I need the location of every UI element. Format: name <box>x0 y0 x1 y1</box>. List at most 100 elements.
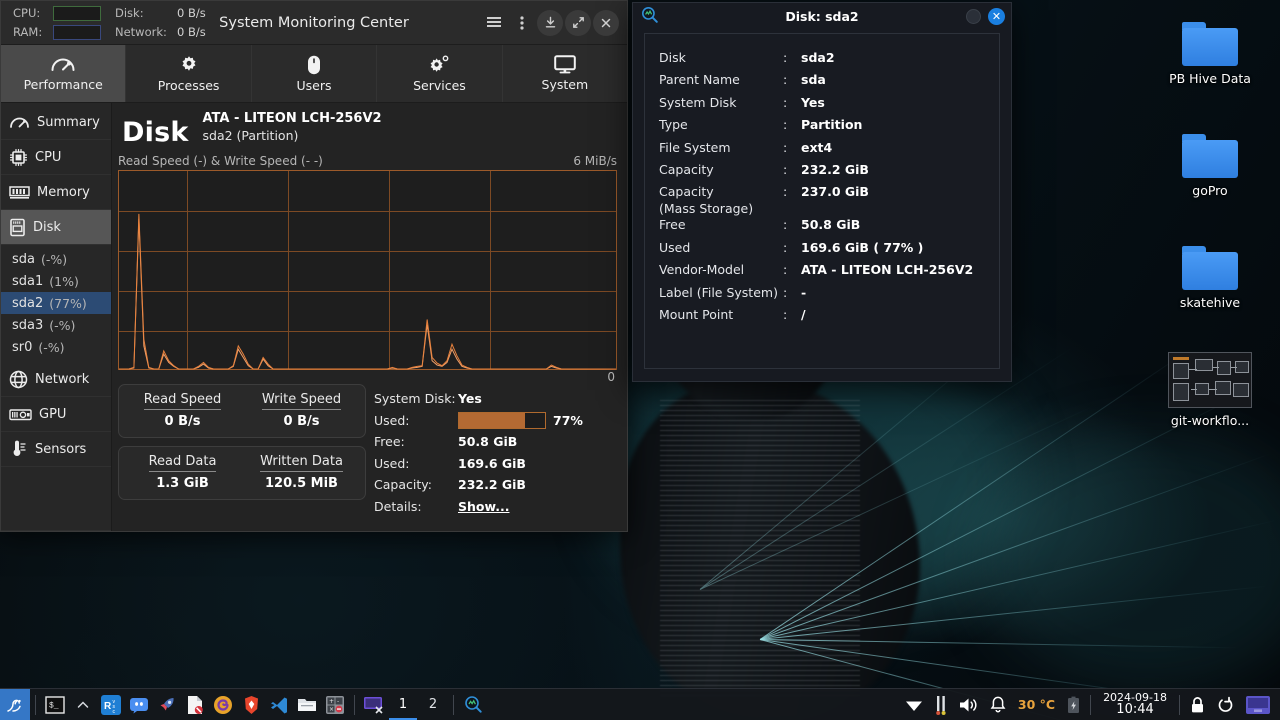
desktop-icon-pb-hive-data[interactable]: PB Hive Data <box>1151 22 1269 86</box>
sidebar-item-sensors[interactable]: Sensors <box>1 432 111 467</box>
property-key: Capacity <box>659 161 714 177</box>
clock-time: 10:44 <box>1116 702 1154 718</box>
system-monitor-icon[interactable] <box>459 689 487 720</box>
disk-item-sda1[interactable]: sda1 (1%) <box>1 270 111 292</box>
speedometer-icon <box>50 56 76 74</box>
workspace-1[interactable]: 1 <box>388 689 418 720</box>
disk-item-sda[interactable]: sda (-%) <box>1 248 111 270</box>
disk-name: sda <box>12 251 35 267</box>
desktop-icon-gopro[interactable]: goPro <box>1151 134 1269 198</box>
sidebar-item-label: Memory <box>37 184 90 200</box>
display-icon[interactable] <box>360 689 388 720</box>
bell-icon[interactable] <box>984 689 1012 720</box>
mini-ram-graph <box>53 24 101 40</box>
lock-icon[interactable] <box>1184 689 1211 720</box>
vsc-blue-icon[interactable]: R v s c <box>97 689 125 720</box>
stat-header: Read Speed <box>143 392 222 410</box>
speedometer-icon <box>9 115 30 130</box>
property-value: 237.0 GiB <box>801 184 869 200</box>
discord-icon[interactable] <box>125 689 153 720</box>
tab-users[interactable]: Users <box>252 45 378 102</box>
spiral-icon[interactable] <box>209 689 237 720</box>
chart-caption-row: Read Speed (-) & Write Speed (- -) 6 MiB… <box>116 150 619 170</box>
row-key: Used: <box>374 455 410 471</box>
battery-icon[interactable] <box>1061 689 1086 720</box>
disk-percent: (-%) <box>41 251 68 267</box>
disk-speed-chart[interactable] <box>118 170 617 370</box>
sidebar-item-memory[interactable]: Memory <box>1 175 111 210</box>
folder-icon <box>1182 134 1238 178</box>
sidebar-item-disk[interactable]: Disk <box>1 210 111 245</box>
chart-max-label: 6 MiB/s <box>573 154 617 168</box>
property-key: Used <box>659 239 691 255</box>
speed-card: Read Speed 0 B/s Write Speed 0 B/s <box>118 384 366 438</box>
clock[interactable]: 2024-09-18 10:44 <box>1095 692 1175 717</box>
gpu-icon <box>9 407 32 422</box>
property-separator: : <box>783 117 788 133</box>
sensor-bars-icon[interactable] <box>929 689 953 720</box>
sidebar-item-gpu[interactable]: GPU <box>1 397 111 432</box>
sidebar-spacer <box>1 467 111 531</box>
caret-up-icon[interactable] <box>69 689 97 720</box>
disk-item-sda3[interactable]: sda3 (-%) <box>1 314 111 336</box>
show-details-link[interactable]: Show... <box>458 499 509 514</box>
more-options-icon[interactable] <box>509 10 535 36</box>
vscode-icon[interactable] <box>265 689 293 720</box>
property-key: Label (File System) <box>659 284 778 300</box>
property-separator: : <box>783 239 788 255</box>
main-tabs: Performance Processes Users Services Sys… <box>1 45 627 103</box>
chart-magnifier-icon <box>641 6 659 28</box>
desktop-icon-skatehive[interactable]: skatehive <box>1151 246 1269 310</box>
close-button[interactable] <box>593 9 619 36</box>
document-icon[interactable] <box>181 689 209 720</box>
kde-menu-icon[interactable] <box>0 688 30 720</box>
cpu-chip-icon <box>9 148 28 167</box>
mini-disk-label: Disk: <box>115 6 144 20</box>
logout-icon[interactable] <box>1211 689 1240 720</box>
workspace-2[interactable]: 2 <box>418 689 448 720</box>
window-controls <box>481 9 627 36</box>
sidebar-item-network[interactable]: Network <box>1 362 111 397</box>
dialog-title: Disk: sda2 <box>785 9 859 24</box>
minimize-button[interactable] <box>537 9 563 36</box>
tab-services[interactable]: Services <box>377 45 503 102</box>
sidebar-item-summary[interactable]: Summary <box>1 105 111 140</box>
desktop-icon-git-workflow[interactable]: git-workflo... <box>1151 352 1269 428</box>
property-value: sda <box>801 72 826 88</box>
rocket-icon[interactable] <box>153 689 181 720</box>
wallpaper-texture <box>660 400 860 700</box>
disk-item-sda2[interactable]: sda2 (77%) <box>1 292 111 314</box>
menu-icon[interactable] <box>481 10 507 36</box>
tab-processes[interactable]: Processes <box>126 45 252 102</box>
dialog-titlebar[interactable]: Disk: sda2 ✕ <box>633 3 1011 30</box>
wifi-icon[interactable] <box>899 689 929 720</box>
brave-icon[interactable] <box>237 689 265 720</box>
dialog-restore-button[interactable] <box>966 9 981 24</box>
sidebar-item-cpu[interactable]: CPU <box>1 140 111 175</box>
services-gear-icon <box>428 55 450 75</box>
property-value: sda2 <box>801 50 835 65</box>
disk-percent: (-%) <box>49 317 76 333</box>
dialog-property-row: File System: ext4 <box>659 140 999 162</box>
mini-disk-value: 0 B/s <box>177 6 206 20</box>
property-separator: : <box>783 306 788 322</box>
property-value: 169.6 GiB ( 77% ) <box>801 239 924 255</box>
disk-item-sr0[interactable]: sr0 (-%) <box>1 336 111 358</box>
property-separator: : <box>783 94 788 110</box>
volume-icon[interactable] <box>953 689 984 720</box>
calculator-icon[interactable]: + - × <box>321 689 349 720</box>
disk-name: sr0 <box>12 339 33 355</box>
terminal-icon[interactable]: $_ <box>41 689 69 720</box>
system-monitoring-window: CPU: RAM: Disk: 0 B/s Network: 0 B/s Sys… <box>0 0 628 532</box>
temperature-reading[interactable]: 30 °C <box>1012 689 1061 720</box>
desktop-icon-label: goPro <box>1192 183 1228 198</box>
window-titlebar[interactable]: CPU: RAM: Disk: 0 B/s Network: 0 B/s Sys… <box>1 1 627 45</box>
file-manager-icon[interactable] <box>293 689 321 720</box>
display-tile-icon[interactable] <box>1240 689 1276 720</box>
dialog-property-row: Free:50.8 GiB <box>659 217 999 239</box>
tab-performance[interactable]: Performance <box>1 45 127 102</box>
maximize-button[interactable] <box>565 9 591 36</box>
dialog-close-button[interactable]: ✕ <box>988 8 1005 25</box>
tab-system[interactable]: System <box>503 45 627 102</box>
property-value: 232.2 GiB <box>801 161 869 177</box>
